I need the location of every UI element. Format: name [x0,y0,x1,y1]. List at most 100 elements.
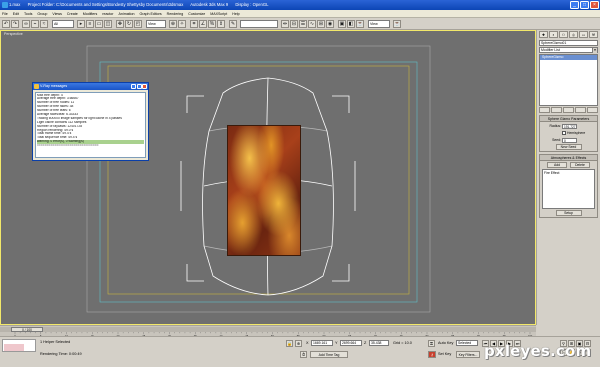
tab-display[interactable]: ▭ [579,31,588,38]
set-key-icon[interactable]: ⚷ [428,351,436,358]
maxscript-listener-mini[interactable] [2,339,36,352]
rollout-title[interactable]: Atmospheres & Effects [540,155,597,161]
tab-hierarchy[interactable]: ⚇ [559,31,568,38]
menu-item-help[interactable]: Help [232,12,239,16]
percent-snap-icon[interactable]: % [208,20,216,28]
show-end-result-icon[interactable] [551,107,562,113]
absolute-mode-icon[interactable]: ⊕ [295,340,302,347]
select-object-icon[interactable]: ▸ [77,20,85,28]
stack-item-spheregizmo[interactable]: SphereGizmo [540,55,597,60]
manipulate-icon[interactable]: ✧ [178,20,186,28]
window-crossing-icon[interactable]: ◫ [104,20,112,28]
align-icon[interactable]: ⊟ [290,20,298,28]
pin-stack-icon[interactable] [539,107,550,113]
undo-icon[interactable]: ↶ [2,20,10,28]
unlink-icon[interactable]: ⌁ [31,20,39,28]
spinner-snap-icon[interactable]: ⇕ [217,20,225,28]
add-time-tag-button[interactable]: Add Time Tag [310,351,348,358]
remove-modifier-icon[interactable] [575,107,586,113]
add-button[interactable]: Add [547,162,567,168]
message-minimize-button[interactable] [131,84,136,89]
schematic-view-icon[interactable]: ⊞ [317,20,325,28]
hemisphere-checkbox[interactable] [562,131,566,135]
setup-button[interactable]: Setup [555,210,582,216]
select-link-icon[interactable]: ∞ [22,20,30,28]
key-mode-icon[interactable]: ⚿ [428,340,435,347]
curve-editor-icon[interactable]: ∿ [308,20,316,28]
menu-item-views[interactable]: Views [52,12,62,16]
tab-create[interactable]: ✚ [539,31,548,38]
modifier-list-select[interactable]: Modifier List ▼ [539,47,598,53]
menu-item-customize[interactable]: Customize [188,12,205,16]
minimize-button[interactable]: _ [570,1,579,9]
select-by-name-icon[interactable]: ≡ [86,20,94,28]
menu-item-modifiers[interactable]: Modifiers [83,12,98,16]
quick-render-icon[interactable]: ☕ [356,20,364,28]
menu-item-animation[interactable]: Animation [119,12,135,16]
grid-readout: Grid = 10.0 [393,341,412,345]
y-coordinate-field[interactable]: 2699.664 [340,340,362,346]
render-last-icon[interactable]: ☕ [393,20,401,28]
radius-spinner[interactable]: 191.727 [562,123,577,129]
tab-modify[interactable]: ◐ [549,31,558,38]
maximize-button[interactable]: □ [580,1,589,9]
redo-icon[interactable]: ↷ [11,20,19,28]
selection-filter-select[interactable]: All [52,20,74,28]
layer-manager-icon[interactable]: ☰ [299,20,307,28]
make-unique-icon[interactable] [563,107,574,113]
close-button[interactable]: × [590,1,599,9]
menu-item-create[interactable]: Create [67,12,78,16]
new-seed-button[interactable]: New Seed [555,144,582,150]
select-move-icon[interactable]: ✥ [116,20,124,28]
viewport-label[interactable]: Perspective [4,32,23,36]
x-coordinate-field[interactable]: 1669.161 [311,340,333,346]
message-log[interactable]: Max tree depth: 4 Average tree depth: 3.6… [35,92,146,158]
render-mode-select[interactable]: View [368,20,390,28]
material-editor-icon[interactable]: ◉ [326,20,334,28]
menu-item-reactor[interactable]: reactor [102,12,113,16]
time-tag-icon[interactable]: ⏱ [300,351,307,358]
pivot-center-icon[interactable]: ⊕ [169,20,177,28]
auto-key-button[interactable]: Auto Key [438,341,453,345]
message-maximize-button[interactable] [136,84,142,89]
menu-item-file[interactable]: File [2,12,8,16]
render-frame-icon[interactable]: ◧ [347,20,355,28]
ref-coord-select[interactable]: View [146,20,166,28]
rollout-title[interactable]: Sphere Gizmo Parameters [540,116,597,122]
delete-button[interactable]: Delete [570,162,590,168]
modifier-stack[interactable]: SphereGizmo [539,54,598,106]
tab-motion[interactable]: ◎ [569,31,578,38]
set-key-button[interactable]: Set Key [438,352,451,356]
render-setup-icon[interactable]: ▣ [338,20,346,28]
message-window-title-bar[interactable]: V-Ray messages [33,83,148,90]
edit-named-sel-icon[interactable]: ✎ [229,20,237,28]
seed-spinner[interactable]: 0 [562,137,577,143]
tab-utilities[interactable]: ⚒ [589,31,598,38]
list-item[interactable]: Fire Effect [544,171,593,175]
watermark-logo: pxleyes.com [484,342,592,360]
message-close-button[interactable] [142,84,147,89]
menu-item-edit[interactable]: Edit [13,12,19,16]
menu-item-maxscript[interactable]: MAXScript [210,12,227,16]
perspective-viewport[interactable]: Perspective V-Ray messages Max tree dept… [0,30,536,325]
menu-item-graph-editors[interactable]: Graph Editors [139,12,161,16]
configure-sets-icon[interactable] [587,107,598,113]
bind-space-warp-icon[interactable]: ≈ [40,20,48,28]
angle-snap-icon[interactable]: ∠ [199,20,207,28]
menu-item-group[interactable]: Group [37,12,47,16]
key-selection-select[interactable]: Selected [456,340,478,346]
key-filters-button[interactable]: Key Filters... [456,351,480,358]
snaps-toggle-icon[interactable]: ⌗ [190,20,198,28]
object-name-field[interactable]: SphereGizmo01 [539,40,598,46]
select-scale-icon[interactable]: ◰ [134,20,142,28]
message-window-icon [34,84,39,89]
rect-selection-icon[interactable]: ▭ [95,20,103,28]
select-rotate-icon[interactable]: ↻ [125,20,133,28]
named-selection-select[interactable] [240,20,278,28]
menu-item-tools[interactable]: Tools [24,12,32,16]
z-coordinate-field[interactable]: 35.438 [369,340,389,346]
lock-selection-icon[interactable]: 🔒 [286,340,293,347]
menu-item-rendering[interactable]: Rendering [167,12,184,16]
effects-list[interactable]: Fire Effect [542,169,595,209]
mirror-icon[interactable]: ⇹ [281,20,289,28]
